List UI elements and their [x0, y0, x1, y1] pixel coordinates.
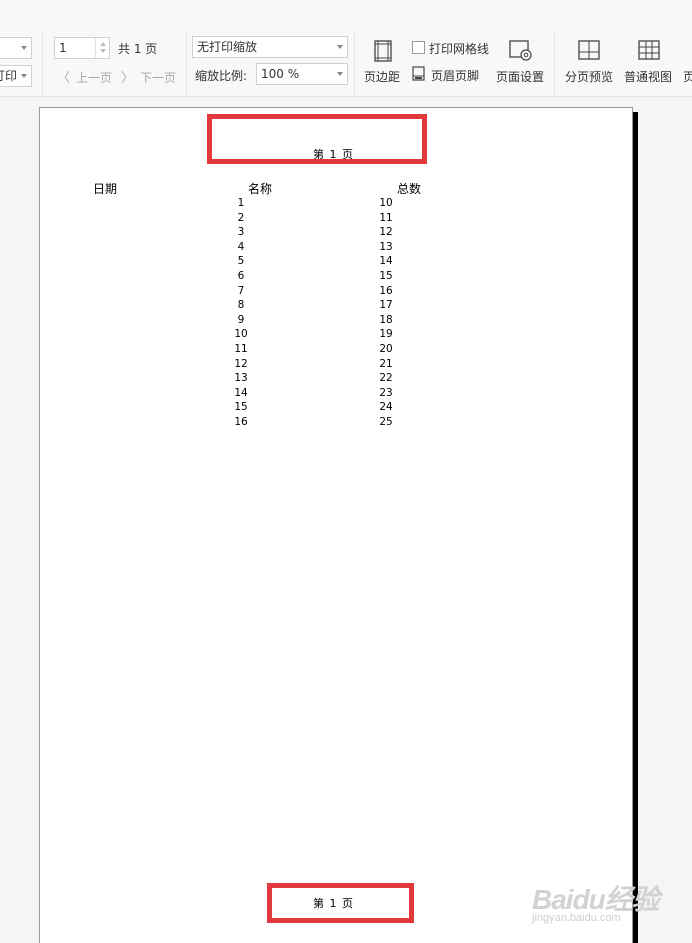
- name-cell: 9: [237, 313, 245, 326]
- total-cell: 20: [379, 343, 393, 355]
- margins-button[interactable]: 页边距: [364, 68, 400, 85]
- name-cell: 6: [237, 270, 245, 282]
- name-cell: 16: [234, 416, 248, 428]
- name-cell: 5: [237, 255, 245, 268]
- name-cell: 7: [237, 284, 245, 297]
- name-cell: 1: [237, 197, 245, 209]
- next-page-button[interactable]: 〉下一页: [121, 67, 176, 86]
- print-scaling-select[interactable]: 无打印缩放: [192, 36, 348, 58]
- name-cell: 13: [234, 372, 248, 385]
- total-cell: 10: [379, 197, 393, 209]
- normal-view-icon[interactable]: [638, 40, 660, 64]
- total-pages-label: 共 1 页: [118, 42, 158, 56]
- name-cell: 15: [234, 401, 248, 414]
- total-cell: 25: [379, 416, 393, 428]
- page-break-preview-button[interactable]: 分页预览: [565, 68, 613, 85]
- prev-page-button[interactable]: 〈上一页: [57, 67, 112, 86]
- page-break-preview-icon[interactable]: [578, 40, 600, 64]
- page-more-button[interactable]: 页: [683, 68, 692, 85]
- margins-icon[interactable]: [374, 40, 392, 66]
- name-cell: 11: [234, 343, 248, 355]
- print-range-select[interactable]: [0, 37, 32, 59]
- chevron-right-icon: 〉: [121, 71, 135, 86]
- name-cell: 14: [234, 386, 248, 399]
- total-cell: 11: [379, 211, 393, 224]
- page-setup-button[interactable]: 页面设置: [496, 68, 544, 85]
- stepper-down-icon[interactable]: [100, 49, 106, 53]
- normal-view-button[interactable]: 普通视图: [624, 68, 672, 85]
- print-button-dropdown[interactable]: 打印: [0, 65, 32, 87]
- print-label: 打印: [0, 69, 18, 83]
- total-cell: 24: [379, 401, 393, 414]
- total-cell: 21: [379, 357, 393, 370]
- prev-page-label: 上一页: [76, 71, 113, 85]
- print-gridlines-label[interactable]: 打印网格线: [429, 40, 489, 57]
- name-cell: 2: [237, 211, 245, 224]
- zoom-label: 缩放比例:: [195, 69, 248, 83]
- name-cell: 4: [237, 240, 245, 253]
- header-footer-icon[interactable]: [412, 66, 425, 85]
- stepper-up-icon[interactable]: [100, 42, 106, 46]
- chevron-down-icon: [337, 72, 343, 76]
- header-highlight-box: [207, 114, 427, 164]
- zoom-value: 100 %: [261, 67, 300, 81]
- name-cell: 8: [237, 299, 245, 312]
- watermark-url: jingyan.baidu.com: [532, 912, 621, 924]
- header-footer-button[interactable]: 页眉页脚: [431, 67, 479, 84]
- total-cell: 14: [379, 255, 393, 268]
- next-page-label: 下一页: [140, 71, 177, 85]
- page-number-input[interactable]: 1: [54, 37, 110, 59]
- chevron-down-icon: [21, 46, 27, 50]
- total-cell: 17: [379, 299, 393, 312]
- chevron-down-icon: [21, 74, 27, 78]
- footer-highlight-box: [267, 883, 414, 923]
- toolbar-divider: [186, 34, 187, 94]
- page-stepper[interactable]: [95, 38, 109, 58]
- name-cell: 10: [234, 328, 248, 341]
- total-cell: 22: [379, 372, 393, 385]
- print-gridlines-checkbox[interactable]: [412, 41, 425, 54]
- total-cell: 13: [379, 240, 393, 253]
- total-cell: 12: [379, 226, 393, 239]
- column-header-total: 总数: [397, 182, 422, 196]
- baidu-watermark: Baidu经验 jingyan.baidu.com: [532, 878, 660, 924]
- print-preview-page: 第 1 页 日期 名称 总数 1 2 3 4 5 6 7 8 9 10 11 12 13 14 15 16 1…: [39, 107, 633, 943]
- chevron-left-icon: 〈: [57, 71, 71, 86]
- page-number-value: 1: [59, 41, 67, 55]
- print-scaling-value: 无打印缩放: [197, 40, 258, 54]
- print-preview-toolbar: 打印 1 共 1 页 〈上一页 〉下一页 无打印缩放 缩放比例: 100 % 页…: [0, 0, 692, 97]
- total-cell: 23: [379, 386, 393, 399]
- column-header-date: 日期: [93, 182, 118, 196]
- name-cell: 12: [234, 357, 248, 370]
- chevron-down-icon: [337, 45, 343, 49]
- toolbar-divider: [554, 34, 555, 94]
- toolbar-divider: [354, 34, 355, 94]
- column-header-name: 名称: [248, 182, 273, 196]
- total-cell: 18: [379, 313, 393, 326]
- total-cell: 19: [379, 328, 393, 341]
- total-cell: 16: [379, 284, 393, 297]
- zoom-select[interactable]: 100 %: [256, 63, 348, 85]
- toolbar-divider: [42, 34, 43, 94]
- name-cell: 3: [237, 226, 245, 239]
- page-setup-icon[interactable]: [509, 40, 533, 66]
- total-cell: 15: [379, 270, 393, 282]
